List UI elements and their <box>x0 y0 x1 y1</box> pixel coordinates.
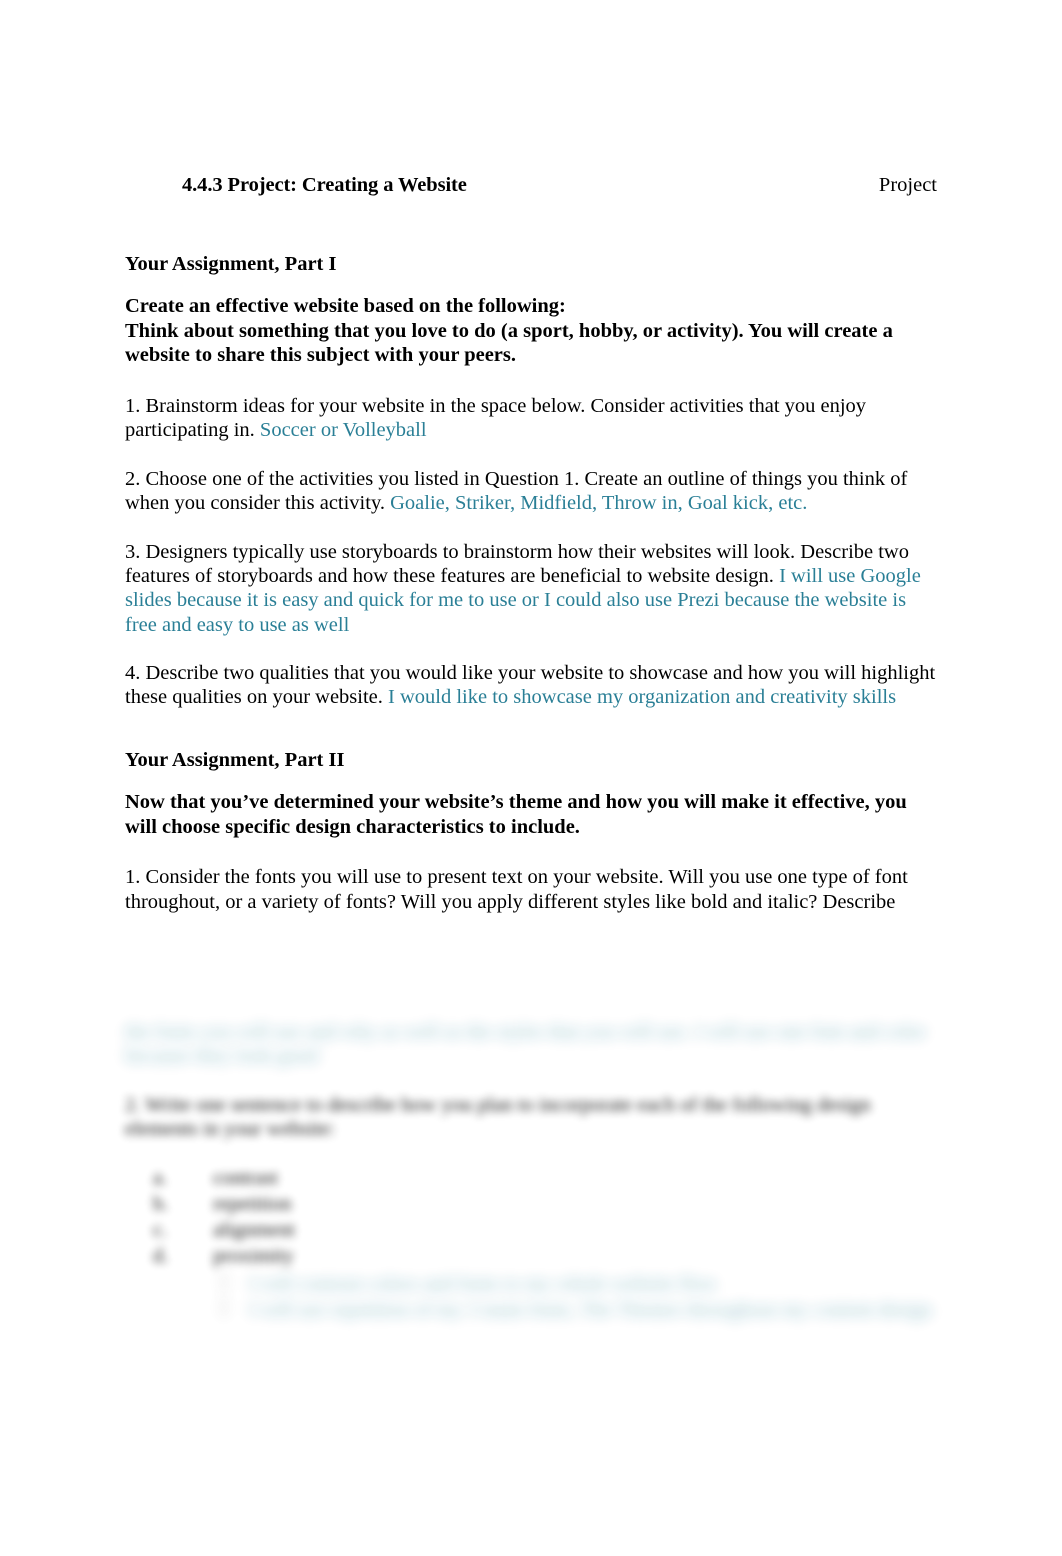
part-one-lead-line-1: Create an effective website based on the… <box>125 295 566 318</box>
design-elements-list: a. contrast b. repetition c. alignment d… <box>125 1166 940 1269</box>
question-1-prompt: 1. Brainstorm ideas for your website in … <box>125 394 867 442</box>
header-right-label: Project <box>878 174 937 196</box>
sub-answer-text[interactable]: I will contrast colors and fonts to my w… <box>249 1273 717 1295</box>
list-item: d. proximity <box>153 1244 940 1268</box>
question-1-answer[interactable]: Soccer or Volleyball <box>260 419 427 441</box>
obscured-sub-answers: ∣ I will contrast colors and fonts to my… <box>125 1272 940 1322</box>
document-body: Your Assignment, Part I Create an effect… <box>125 252 940 938</box>
list-item: c. alignment <box>153 1218 940 1242</box>
page-title: 4.4.3 Project: Creating a Website <box>182 174 467 196</box>
obscured-answer-continuation[interactable]: the fonts you will use and why as well a… <box>125 1020 940 1069</box>
list-item: b. repetition <box>153 1192 940 1216</box>
question-2-answer[interactable]: Goalie, Striker, Midfield, Throw in, Goa… <box>390 492 807 514</box>
list-item-label: repetition <box>213 1192 292 1215</box>
list-item-label: alignment <box>213 1218 295 1241</box>
question-2: 2. Choose one of the activities you list… <box>125 467 940 516</box>
list-item[interactable]: ∣ I will use repetition of my 3 main fon… <box>221 1298 940 1322</box>
bullet-icon: ∣ <box>221 1297 227 1320</box>
list-item-label: contrast <box>213 1166 278 1189</box>
part-one-lead: Create an effective website based on the… <box>125 294 940 368</box>
sub-answer-text[interactable]: I will use repetition of my 3 main fonts… <box>249 1299 932 1321</box>
list-item-marker: c. <box>153 1218 168 1241</box>
question-3: 3. Designers typically use storyboards t… <box>125 540 940 638</box>
part-one-heading: Your Assignment, Part I <box>125 253 337 275</box>
document-page: 4.4.3 Project: Creating a Website Projec… <box>0 0 1062 1556</box>
part-two-question-1: 1. Consider the fonts you will use to pr… <box>125 865 940 914</box>
list-item-marker: b. <box>153 1192 169 1215</box>
question-1: 1. Brainstorm ideas for your website in … <box>125 394 940 443</box>
document-header: 4.4.3 Project: Creating a Website Projec… <box>125 174 937 197</box>
part-two-heading: Your Assignment, Part II <box>125 748 345 771</box>
list-item-marker: a. <box>153 1166 168 1189</box>
bullet-icon: ∣ <box>221 1272 227 1295</box>
obscured-region: the fonts you will use and why as well a… <box>125 1020 940 1323</box>
question-4: 4. Describe two qualities that you would… <box>125 661 940 710</box>
part-two-question-1-prompt: 1. Consider the fonts you will use to pr… <box>125 866 908 913</box>
part-one-lead-line-2: Think about something that you love to d… <box>125 319 893 367</box>
part-two-lead: Now that you’ve determined your website’… <box>125 791 907 838</box>
list-item[interactable]: ∣ I will contrast colors and fonts to my… <box>221 1272 940 1296</box>
question-4-answer[interactable]: I would like to showcase my organization… <box>388 686 896 708</box>
list-item-label: proximity <box>213 1245 294 1268</box>
list-item-marker: d. <box>153 1245 169 1268</box>
list-item: a. contrast <box>153 1166 940 1190</box>
obscured-question-2-prompt: 2. Write one sentence to describe how yo… <box>125 1093 871 1141</box>
